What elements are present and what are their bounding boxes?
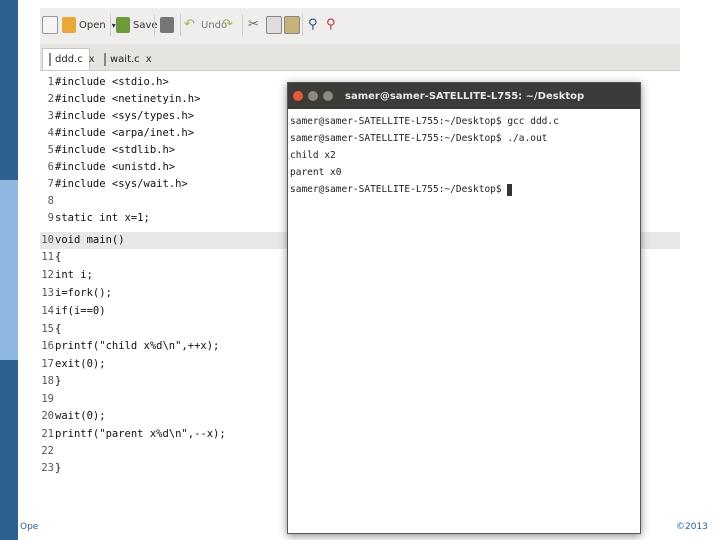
tab-bar: ddd.c x wait.c x	[40, 44, 680, 71]
terminal-line: parent x0	[290, 167, 342, 178]
open-label: Open	[79, 19, 106, 31]
save-icon	[116, 17, 130, 33]
toolbar: Open ▾ Save ↶ Undo ↷ ✂ ⚲ ⚲	[40, 8, 680, 45]
tab-close-button[interactable]: x	[89, 54, 95, 65]
copy-button[interactable]	[266, 14, 285, 36]
tab-ddd-c[interactable]: ddd.c x	[42, 48, 95, 70]
minimize-window-icon[interactable]	[308, 91, 318, 101]
tab-label: wait.c	[110, 53, 140, 65]
copy-icon	[266, 16, 282, 34]
terminal-line: samer@samer-SATELLITE-L755:~/Desktop$ ./…	[290, 133, 548, 144]
terminal-prompt-line: samer@samer-SATELLITE-L755:~/Desktop$	[290, 181, 513, 198]
redo-button[interactable]: ↷	[222, 14, 239, 36]
cut-button[interactable]: ✂	[248, 14, 265, 36]
tab-wait-c[interactable]: wait.c x	[98, 48, 152, 70]
document-icon	[49, 53, 51, 66]
replace-button[interactable]: ⚲	[326, 14, 343, 36]
open-button[interactable]: Open ▾	[62, 14, 116, 36]
terminal-title: samer@samer-SATELLITE-L755: ~/Desktop	[345, 90, 585, 102]
new-button[interactable]	[42, 14, 61, 36]
slide-footer-right: ©2013	[676, 522, 708, 532]
tab-label: ddd.c	[55, 54, 83, 65]
find-button[interactable]: ⚲	[308, 14, 325, 36]
new-document-icon	[42, 16, 58, 34]
close-window-icon[interactable]	[293, 91, 303, 101]
redo-icon: ↷	[222, 17, 233, 32]
maximize-window-icon[interactable]	[323, 91, 333, 101]
terminal-line: samer@samer-SATELLITE-L755:~/Desktop$ gc…	[290, 116, 559, 127]
folder-icon	[62, 17, 76, 33]
undo-icon: ↶	[184, 17, 195, 32]
document-icon	[104, 52, 106, 66]
toolbar-separator	[180, 14, 181, 36]
printer-icon	[160, 17, 174, 33]
terminal-output[interactable]: samer@samer-SATELLITE-L755:~/Desktop$ gc…	[288, 109, 640, 533]
find-replace-icon: ⚲	[326, 17, 336, 32]
slide-footer-left: Ope	[20, 522, 39, 532]
terminal-window[interactable]: samer@samer-SATELLITE-L755: ~/Desktop sa…	[287, 82, 641, 534]
tab-close-button[interactable]: x	[146, 54, 152, 65]
paste-button[interactable]	[284, 14, 303, 36]
paste-icon	[284, 16, 300, 34]
toolbar-separator	[110, 14, 111, 36]
undo-button[interactable]: ↶ Undo	[184, 14, 227, 36]
save-button[interactable]: Save	[116, 14, 158, 36]
scissors-icon: ✂	[248, 17, 259, 32]
toolbar-separator	[154, 14, 155, 36]
toolbar-separator	[242, 14, 243, 36]
print-button[interactable]	[160, 14, 177, 36]
terminal-titlebar[interactable]: samer@samer-SATELLITE-L755: ~/Desktop	[288, 83, 640, 109]
toolbar-separator	[302, 14, 303, 36]
search-icon: ⚲	[308, 17, 318, 32]
terminal-line: child x2	[290, 150, 336, 161]
slide-accent-bar-light	[0, 180, 18, 360]
terminal-cursor	[507, 183, 513, 196]
